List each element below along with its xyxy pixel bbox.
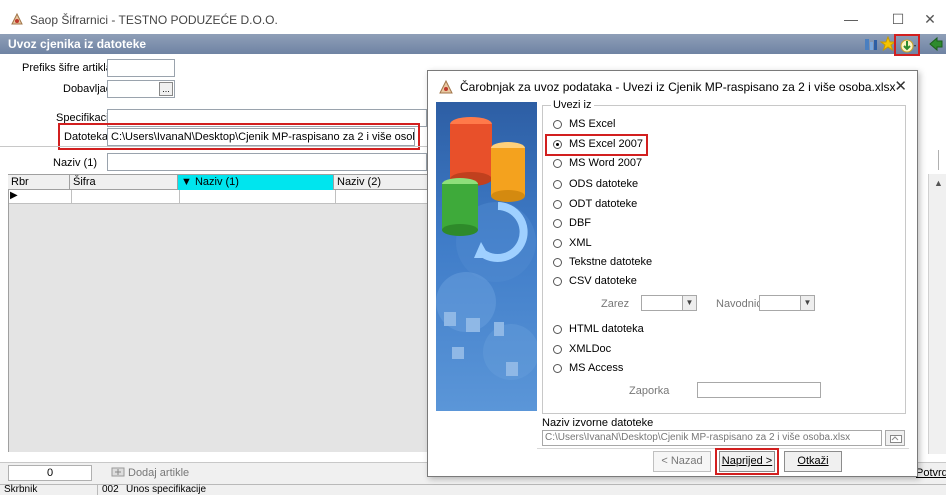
quotes-label: Navodnici: [716, 298, 765, 310]
db-icon[interactable]: [863, 36, 879, 52]
file-path: C:\Users\IvanaN\Desktop\Cjenik MP-raspis…: [111, 131, 414, 143]
supplier-label: Dobavljač: [63, 83, 112, 95]
source-path-field[interactable]: C:\Users\IvanaN\Desktop\Cjenik MP-raspis…: [542, 430, 882, 446]
radio-text-files[interactable]: [553, 258, 562, 267]
name-input[interactable]: [107, 153, 427, 171]
add-items-button[interactable]: Dodaj artikle: [128, 467, 189, 479]
option-label: MS Word 2007: [569, 157, 643, 169]
grid-scrollbar[interactable]: ▲: [928, 174, 946, 454]
radio-xml[interactable]: [553, 239, 562, 248]
close-button[interactable]: ✕: [915, 8, 945, 30]
cancel-button[interactable]: Otkaži: [784, 451, 842, 472]
radio-csv[interactable]: [553, 277, 562, 286]
option-label: ODS datoteke: [569, 178, 639, 190]
items-grid[interactable]: ▶: [8, 190, 429, 452]
radio-dbf[interactable]: [553, 219, 562, 228]
option-label: DBF: [569, 217, 591, 229]
password-input[interactable]: [697, 382, 821, 398]
app-icon: [10, 12, 24, 26]
browse-icon: [890, 433, 902, 443]
chevron-down-icon: ▼: [800, 296, 814, 310]
wizard-close-button[interactable]: ✕: [894, 77, 907, 95]
option-label: MS Excel 2007: [569, 138, 643, 150]
radio-ods[interactable]: [553, 180, 562, 189]
chevron-up-icon[interactable]: ▲: [934, 178, 943, 188]
status-code: 002: [102, 484, 119, 495]
radio-html[interactable]: [553, 325, 562, 334]
back-button[interactable]: < Nazad: [653, 451, 711, 472]
name-label: Naziv (1): [53, 157, 98, 169]
option-label: MS Access: [569, 362, 624, 374]
option-label: ODT datoteke: [569, 198, 638, 210]
file-input[interactable]: C:\Users\IvanaN\Desktop\Cjenik MP-raspis…: [107, 128, 415, 146]
supplier-lookup-button[interactable]: ...: [159, 82, 173, 96]
prefix-input[interactable]: [107, 59, 175, 77]
minimize-button[interactable]: —: [836, 8, 866, 30]
browse-button[interactable]: [885, 430, 905, 446]
supplier-input[interactable]: ...: [107, 80, 175, 98]
radio-odt[interactable]: [553, 200, 562, 209]
status-user: Skrbnik: [4, 484, 38, 495]
radio-ms-access[interactable]: [553, 364, 562, 373]
column-rbr[interactable]: Rbr: [8, 175, 70, 190]
separator-label: Zarez: [601, 298, 630, 310]
import-wizard-button[interactable]: [894, 34, 920, 56]
window-title: Saop Šifrarnici - TESTNO PODUZEĆE D.O.O.: [30, 13, 278, 27]
option-label: CSV datoteke: [569, 275, 637, 287]
option-label: MS Excel: [569, 118, 616, 130]
source-path: C:\Users\IvanaN\Desktop\Cjenik MP-raspis…: [545, 432, 851, 443]
import-source-group: Uvezi iz MS Excel MS Excel 2007 MS Word …: [542, 99, 906, 414]
radio-xmldoc[interactable]: [553, 345, 562, 354]
add-icon: [111, 466, 125, 478]
option-label: XML: [569, 237, 592, 249]
module-header: Uvoz cjenika iz datoteke: [0, 34, 946, 54]
module-title: Uvoz cjenika iz datoteke: [8, 37, 147, 51]
divider: [0, 146, 428, 147]
maximize-button[interactable]: ☐: [883, 8, 913, 30]
row-marker: ▶: [10, 190, 18, 201]
status-bar: Skrbnik 002 Unos specifikacije: [0, 484, 946, 495]
option-label: HTML datoteka: [569, 323, 644, 335]
radio-ms-excel[interactable]: [553, 120, 562, 129]
radio-ms-excel-2007[interactable]: [553, 140, 562, 149]
table-row[interactable]: ▶: [9, 190, 429, 204]
column-naziv-1[interactable]: ▼ Naziv (1): [178, 175, 334, 190]
source-label: Naziv izvorne datoteke: [542, 417, 654, 429]
column-sifra[interactable]: Šifra: [70, 175, 178, 190]
grid-header: Rbr Šifra ▼ Naziv (1) Naziv (2): [8, 174, 428, 190]
separator-select[interactable]: ▼: [641, 295, 697, 311]
option-label: Tekstne datoteke: [569, 256, 653, 268]
wizard-title: Čarobnjak za uvoz podataka - Uvezi iz Cj…: [460, 80, 896, 94]
confirm-button[interactable]: Potvrdi: [916, 467, 946, 479]
status-text: Unos specifikacije: [126, 484, 207, 495]
wizard-illustration: [436, 102, 537, 411]
radio-ms-word-2007[interactable]: [553, 159, 562, 168]
column-naziv-2[interactable]: Naziv (2): [334, 175, 428, 190]
exit-icon[interactable]: [928, 36, 944, 52]
password-label: Zaporka: [629, 385, 670, 397]
import-wizard-dialog: Čarobnjak za uvoz podataka - Uvezi iz Cj…: [427, 70, 918, 477]
chevron-down-icon: ▼: [682, 296, 696, 310]
prefix-label: Prefiks šifre artikla: [22, 62, 112, 74]
file-label: Datoteka: [64, 131, 109, 143]
wizard-icon: [438, 79, 454, 95]
next-button[interactable]: Naprijed >: [719, 451, 775, 472]
group-title: Uvezi iz: [551, 99, 594, 111]
option-label: XMLDoc: [569, 343, 612, 355]
divider: [938, 150, 939, 170]
quotes-select[interactable]: ▼: [759, 295, 815, 311]
download-icon: [899, 37, 917, 55]
item-count: 0: [8, 465, 92, 481]
